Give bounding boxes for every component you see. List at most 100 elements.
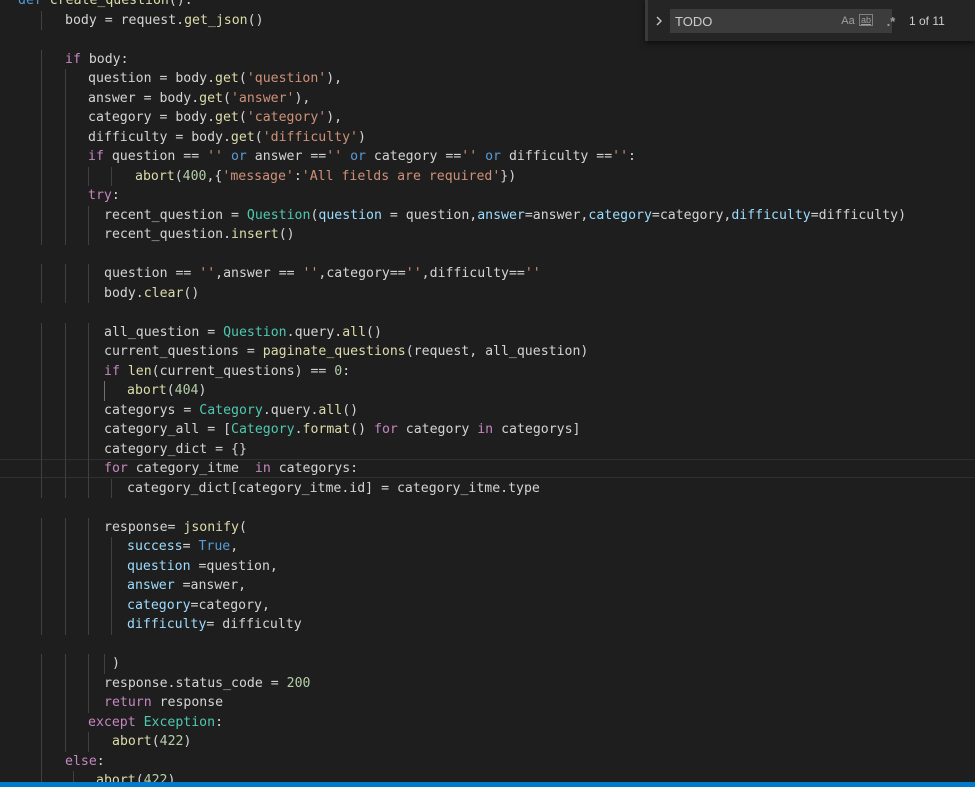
indent-guide bbox=[41, 127, 42, 147]
code-token: ( bbox=[238, 110, 247, 125]
code-token: categorys: bbox=[270, 461, 359, 476]
code-line[interactable]: for category_itme in categorys: bbox=[0, 459, 975, 479]
indent-guide bbox=[65, 693, 66, 713]
code-line[interactable]: if len(current_questions) == 0: bbox=[0, 361, 975, 381]
code-line[interactable]: difficulty = body.get('difficulty') bbox=[0, 127, 975, 147]
code-line[interactable]: else: bbox=[0, 751, 975, 771]
indent-guide bbox=[41, 264, 42, 284]
code-line[interactable]: recent_question = Question(question = qu… bbox=[0, 205, 975, 225]
indent-guide bbox=[41, 693, 42, 713]
code-line[interactable]: response.status_code = 200 bbox=[0, 673, 975, 693]
code-token: ) bbox=[357, 129, 366, 145]
code-line[interactable] bbox=[0, 498, 975, 518]
code-line[interactable] bbox=[0, 245, 975, 265]
code-line[interactable]: abort(422) bbox=[0, 732, 975, 752]
code-token: categorys = bbox=[104, 402, 200, 418]
code-token: Question bbox=[246, 207, 311, 223]
code-token: answer = body. bbox=[88, 90, 200, 106]
indent-guide bbox=[88, 595, 89, 615]
code-token: : bbox=[111, 188, 120, 203]
code-token: except bbox=[88, 714, 136, 730]
indent-guide bbox=[41, 49, 42, 69]
code-token: ) bbox=[183, 734, 192, 749]
code-token: in bbox=[477, 422, 494, 437]
code-line[interactable]: except Exception: bbox=[0, 712, 975, 732]
indent-guide bbox=[41, 459, 42, 479]
code-line[interactable]: recent_question.insert() bbox=[0, 225, 975, 245]
indent-guide bbox=[65, 517, 66, 537]
regex-icon[interactable]: .* bbox=[881, 12, 901, 30]
code-token: difficulty == bbox=[501, 149, 613, 164]
code-token: get bbox=[199, 90, 223, 106]
code-line[interactable]: all_question = Question.query.all() bbox=[0, 322, 975, 342]
indent-guide bbox=[88, 322, 89, 342]
code-token: categorys] bbox=[493, 422, 581, 437]
code-line[interactable] bbox=[0, 303, 975, 323]
code-line[interactable]: difficulty= difficulty bbox=[0, 615, 975, 635]
code-editor[interactable]: def create_question(): body = request.get… bbox=[0, 0, 975, 782]
code-line[interactable]: category=category, bbox=[0, 595, 975, 615]
indent-guide bbox=[41, 342, 42, 362]
code-token: or bbox=[485, 149, 501, 164]
code-line[interactable]: response= jsonify( bbox=[0, 517, 975, 537]
code-token: . bbox=[294, 422, 303, 437]
code-line[interactable]: category_dict[category_itme.id] = catego… bbox=[0, 478, 975, 498]
code-line[interactable]: question == '',answer == '',category==''… bbox=[0, 264, 975, 284]
code-token: question bbox=[127, 558, 191, 574]
code-token: paginate_questions bbox=[262, 344, 406, 359]
code-line[interactable]: categorys = Category.query.all() bbox=[0, 400, 975, 420]
code-token: , bbox=[230, 539, 239, 554]
code-line[interactable]: if body: bbox=[0, 49, 975, 69]
code-line[interactable]: success= True, bbox=[0, 537, 975, 557]
match-case-icon[interactable]: Aa bbox=[838, 12, 858, 30]
code-token: 'message' bbox=[222, 168, 294, 184]
indent-guide bbox=[88, 654, 89, 674]
whole-word-icon[interactable]: ab bbox=[859, 14, 873, 26]
code-token: ( bbox=[238, 519, 247, 535]
code-line[interactable]: abort(422) bbox=[0, 771, 975, 782]
code-token: question == bbox=[103, 149, 208, 164]
chevron-right-icon[interactable] bbox=[650, 9, 668, 33]
code-token: : bbox=[628, 149, 636, 164]
indent-guide bbox=[41, 381, 42, 401]
code-line[interactable] bbox=[0, 635, 975, 655]
code-line[interactable]: question = body.get('question'), bbox=[0, 69, 975, 89]
code-line[interactable]: ) bbox=[0, 654, 975, 674]
code-token: abort bbox=[112, 734, 152, 749]
code-token: body: bbox=[80, 51, 129, 67]
code-token: success bbox=[127, 539, 183, 554]
code-token: for bbox=[104, 461, 128, 476]
code-line[interactable]: abort(404) bbox=[0, 381, 975, 401]
indent-guide bbox=[41, 205, 42, 225]
code-line[interactable]: abort(400,{'message':'All fields are req… bbox=[0, 166, 975, 186]
code-line[interactable]: category_all = [Category.format() for ca… bbox=[0, 420, 975, 440]
find-widget: Aa ab .* 1 of 11 bbox=[645, 0, 975, 41]
code-token: question bbox=[318, 207, 382, 223]
indent-guide bbox=[65, 478, 66, 498]
code-line[interactable]: return response bbox=[0, 693, 975, 713]
indent-guide bbox=[41, 732, 42, 752]
code-token: format bbox=[302, 422, 351, 437]
code-token: Category bbox=[199, 402, 263, 418]
indent-guide bbox=[41, 537, 42, 557]
code-token: category_dict[category_itme.id] = catego… bbox=[127, 480, 540, 496]
code-token: ,{ bbox=[206, 168, 223, 184]
code-line[interactable]: current_questions = paginate_questions(r… bbox=[0, 342, 975, 362]
code-line[interactable]: if question == '' or answer =='' or cate… bbox=[0, 147, 975, 167]
indent-guide bbox=[65, 381, 66, 401]
code-line[interactable]: try: bbox=[0, 186, 975, 206]
indent-guide bbox=[111, 556, 112, 576]
code-line[interactable]: category_dict = {} bbox=[0, 439, 975, 459]
indent-guide bbox=[41, 400, 42, 420]
code-line[interactable]: answer =answer, bbox=[0, 576, 975, 596]
code-line[interactable]: answer = body.get('answer'), bbox=[0, 88, 975, 108]
code-line[interactable]: body.clear() bbox=[0, 283, 975, 303]
code-token: () bbox=[183, 285, 200, 301]
code-line[interactable]: category = body.get('category'), bbox=[0, 108, 975, 128]
indent-guide bbox=[65, 108, 66, 128]
code-token: 404 bbox=[174, 383, 199, 398]
indent-guide bbox=[88, 439, 89, 459]
code-line[interactable]: question =question, bbox=[0, 556, 975, 576]
